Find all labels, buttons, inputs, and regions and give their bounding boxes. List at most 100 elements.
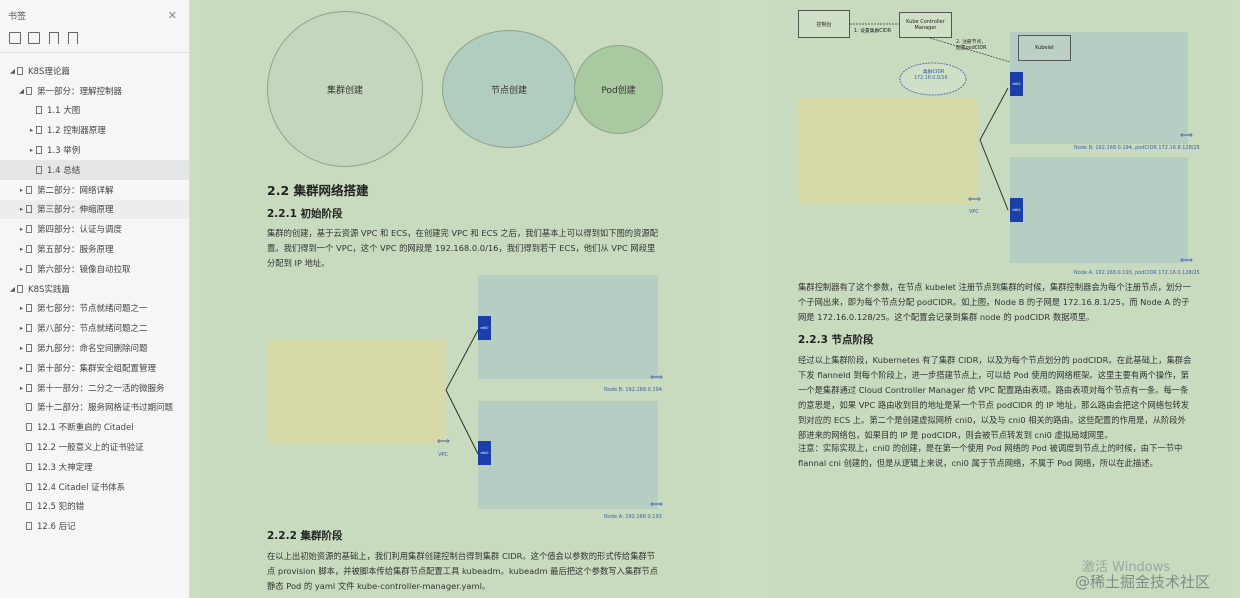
paragraph: 集群控制器有了这个参数，在节点 kubelet 注册节点到集群的时候，集群控制器… xyxy=(798,282,1191,322)
expand-arrow-icon[interactable]: ▸ xyxy=(17,304,26,312)
expand-arrow-icon[interactable]: ▸ xyxy=(27,126,36,134)
bookmark-icon xyxy=(36,165,42,174)
bookmark-item[interactable]: 12.5 犯的错 xyxy=(0,497,189,517)
bookmark-item[interactable]: 1.1 大图 xyxy=(0,101,189,121)
bookmark-item[interactable]: ▸ 第三部分：伸缩原理 xyxy=(0,199,189,220)
expand-all-icon[interactable] xyxy=(9,32,21,44)
bookmark-item[interactable]: ▸ 第六部分：镜像自动拉取 xyxy=(0,259,189,279)
bookmark-icon xyxy=(26,344,32,353)
bookmark-icon xyxy=(26,245,32,254)
bookmark-icon[interactable] xyxy=(66,32,78,44)
expand-arrow-icon[interactable]: ▸ xyxy=(17,344,26,352)
expand-arrow-icon[interactable]: ▸ xyxy=(27,146,36,154)
bookmark-label: 1.3 举例 xyxy=(47,146,81,157)
vpc-box xyxy=(798,97,977,203)
bookmark-item[interactable]: ◢ K8S实践篇 xyxy=(0,279,189,299)
network-icon: ⟺ xyxy=(1180,256,1193,266)
bookmark-icon xyxy=(26,225,32,234)
bookmark-item[interactable]: 12.6 后记 xyxy=(0,516,189,536)
bookmark-label: 12.1 不断重启的 Citadel xyxy=(37,423,134,434)
bookmark-item[interactable]: 1.4 总结 xyxy=(0,159,189,180)
bookmark-label: 第十二部分：服务网格证书过期问题 xyxy=(37,403,174,414)
bookmark-icon xyxy=(26,443,32,452)
bookmark-item[interactable]: ▸ 第七部分：节点就绪问题之一 xyxy=(0,299,189,319)
bookmark-label: 第二部分：网络详解 xyxy=(37,185,114,196)
expand-arrow-icon[interactable]: ▸ xyxy=(17,364,26,372)
bookmark-icon xyxy=(26,403,32,412)
bookmark-icon xyxy=(17,66,23,75)
bookmark-label: 1.2 控制器原理 xyxy=(47,126,106,137)
bookmark-item[interactable]: ▸ 第八部分：节点就绪问题之二 xyxy=(0,318,189,338)
expand-arrow-icon[interactable]: ▸ xyxy=(17,245,26,253)
node-a-label: Node A: 192.168.0.193 xyxy=(604,514,662,520)
bookmark-item[interactable]: ◢ K8S理论篇 xyxy=(0,61,189,81)
bookmark-label: 第五部分：服务原理 xyxy=(37,245,114,256)
bookmark-icon xyxy=(36,126,42,135)
expand-arrow-icon[interactable]: ▸ xyxy=(17,384,26,392)
expand-arrow-icon[interactable]: ◢ xyxy=(8,285,17,293)
expand-arrow-icon[interactable]: ▸ xyxy=(17,265,26,273)
bookmark-icon xyxy=(36,146,42,155)
close-icon[interactable]: ✕ xyxy=(168,9,177,22)
expand-arrow-icon[interactable]: ◢ xyxy=(8,67,17,75)
bookmark-item[interactable]: 12.4 Citadel 证书体系 xyxy=(0,477,189,497)
bookmark-sidebar: 书签 ✕ ◢ K8S理论篇 ◢ 第一部分：理解控制器 1.1 大图 ▸ 1.2 控制器原理 ▸… xyxy=(0,0,190,598)
bookmark-label: 12.5 犯的错 xyxy=(37,502,85,513)
bookmark-item[interactable]: ◢ 第一部分：理解控制器 xyxy=(0,81,189,101)
site-watermark: @稀土掘金技术社区 xyxy=(1075,573,1211,591)
expand-arrow-icon[interactable]: ▸ xyxy=(17,186,26,194)
bookmark-icon xyxy=(26,86,32,95)
bookmark-label: 12.6 后记 xyxy=(37,522,76,533)
bookmark-item[interactable]: ▸ 1.2 控制器原理 xyxy=(0,120,189,140)
document-page-right: 控制台 Kube Controller Manager 1. 设置集群CIDR … xyxy=(770,0,1230,598)
bookmark-item[interactable]: 12.1 不断重启的 Citadel xyxy=(0,417,189,437)
add-bookmark-icon[interactable] xyxy=(47,32,59,44)
bookmark-icon xyxy=(26,502,32,511)
bookmark-item[interactable]: 12.3 大神定理 xyxy=(0,457,189,477)
vpc-connection-lines xyxy=(445,329,479,455)
network-icon: ⟺ xyxy=(650,373,663,383)
vpc-label: VPC xyxy=(438,452,448,458)
bookmark-icon xyxy=(26,482,32,491)
bookmark-item[interactable]: ▸ 第九部分：命名空间删除问题 xyxy=(0,338,189,358)
expand-arrow-icon[interactable]: ▸ xyxy=(17,324,26,332)
paragraph: 集群的创建，基于云资源 VPC 和 ECS，在创建完 VPC 和 ECS 之后，… xyxy=(267,228,658,268)
expand-arrow-icon[interactable]: ◢ xyxy=(17,87,26,95)
expand-arrow-icon[interactable]: ▸ xyxy=(17,205,26,213)
bookmark-item[interactable]: 12.2 一般意义上的证书验证 xyxy=(0,437,189,457)
bookmark-item[interactable]: ▸ 第十部分：集群安全组配置管理 xyxy=(0,358,189,378)
sidebar-toolbar xyxy=(0,30,189,53)
section-heading: 2.2 集群网络搭建 xyxy=(267,183,369,198)
vpc-label: VPC xyxy=(969,209,979,215)
sidebar-header: 书签 ✕ xyxy=(0,0,189,30)
bookmark-tree: ◢ K8S理论篇 ◢ 第一部分：理解控制器 1.1 大图 ▸ 1.2 控制器原理 ▸ 1.3 举… xyxy=(0,53,189,536)
bookmark-icon xyxy=(26,205,32,214)
bookmark-label: K8S实践篇 xyxy=(28,284,70,295)
bookmark-label: 第九部分：命名空间删除问题 xyxy=(37,344,148,355)
eth0-node-b: eth0 xyxy=(1010,72,1023,96)
bookmark-label: 12.2 一般意义上的证书验证 xyxy=(37,443,144,454)
expand-arrow-icon[interactable]: ▸ xyxy=(17,225,26,233)
bookmark-label: 第三部分：伸缩原理 xyxy=(37,205,114,216)
node-a-label: Node A: 192.168.0.193, podCIDR 172.16.0.… xyxy=(1074,270,1200,276)
bookmark-item[interactable]: ▸ 第四部分：认证与调度 xyxy=(0,219,189,239)
subsection-heading: 2.2.1 初始阶段 xyxy=(267,208,343,220)
network-icon: ⟺ xyxy=(650,500,663,510)
bookmark-item[interactable]: ▸ 第二部分：网络详解 xyxy=(0,180,189,200)
bookmark-item[interactable]: ▸ 1.3 举例 xyxy=(0,140,189,160)
bookmark-item[interactable]: ▸ 第五部分：服务原理 xyxy=(0,239,189,259)
bookmark-label: 第七部分：节点就绪问题之一 xyxy=(37,304,148,315)
bookmark-icon xyxy=(36,106,42,115)
bookmark-item[interactable]: 第十二部分：服务网格证书过期问题 xyxy=(0,398,189,418)
bookmark-label: 12.3 大神定理 xyxy=(37,462,93,473)
bookmark-icon xyxy=(26,185,32,194)
bookmark-icon xyxy=(26,423,32,432)
collapse-all-icon[interactable] xyxy=(28,32,40,44)
bookmark-item[interactable]: ▸ 第十一部分：二分之一活的微服务 xyxy=(0,378,189,398)
bookmark-label: K8S理论篇 xyxy=(28,66,70,77)
bookmark-icon xyxy=(26,363,32,372)
paragraph: 在以上出初始资源的基础上，我们利用集群创建控制台得到集群 CIDR。这个值会以参… xyxy=(267,551,659,591)
cluster-cidr-value: 172.16.0.0/16 xyxy=(914,76,948,81)
subsection-heading: 2.2.3 节点阶段 xyxy=(798,334,874,346)
network-icon: ⟺ xyxy=(1180,131,1193,141)
